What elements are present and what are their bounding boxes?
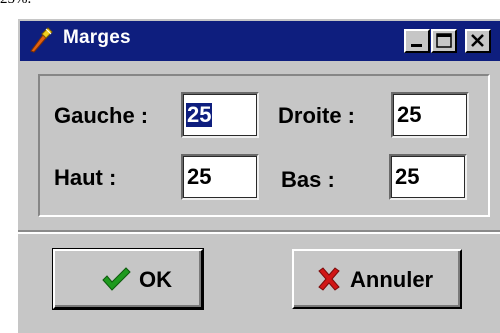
bas-label: Bas :: [281, 167, 335, 192]
maximize-icon: [436, 33, 452, 48]
gauche-field[interactable]: 25: [181, 92, 259, 138]
background-text: 25%.: [0, 0, 31, 8]
maximize-button[interactable]: [431, 29, 457, 53]
cancel-button[interactable]: Annuler: [292, 249, 462, 309]
ok-label: OK: [139, 267, 172, 292]
separator: [18, 230, 500, 234]
margins-group: Gauche : 25 Droite : 25 Haut : 25 Bas : …: [38, 74, 490, 217]
ok-button[interactable]: OK: [52, 248, 204, 310]
bas-value: 25: [395, 164, 420, 189]
minimize-button[interactable]: [404, 29, 430, 53]
droite-field[interactable]: 25: [391, 92, 469, 138]
close-button[interactable]: [465, 29, 491, 53]
gauche-label: Gauche :: [54, 103, 149, 128]
paintbrush-icon: [30, 27, 53, 53]
close-icon: [471, 34, 484, 47]
droite-value: 25: [397, 102, 422, 127]
marges-dialog: Marges Gauche : 25 Droite : 25 Haut : 25…: [16, 17, 500, 333]
gauche-value: 25: [186, 102, 213, 127]
haut-value: 25: [187, 164, 212, 189]
minimize-icon: [411, 44, 422, 47]
haut-field[interactable]: 25: [181, 154, 259, 200]
droite-label: Droite :: [278, 103, 355, 128]
checkmark-icon: [102, 267, 131, 291]
bas-field[interactable]: 25: [389, 154, 467, 200]
title-bar[interactable]: Marges: [20, 21, 500, 61]
haut-label: Haut :: [54, 165, 117, 190]
x-icon: [318, 267, 340, 291]
cancel-label: Annuler: [350, 267, 434, 292]
window-title: Marges: [63, 27, 131, 48]
